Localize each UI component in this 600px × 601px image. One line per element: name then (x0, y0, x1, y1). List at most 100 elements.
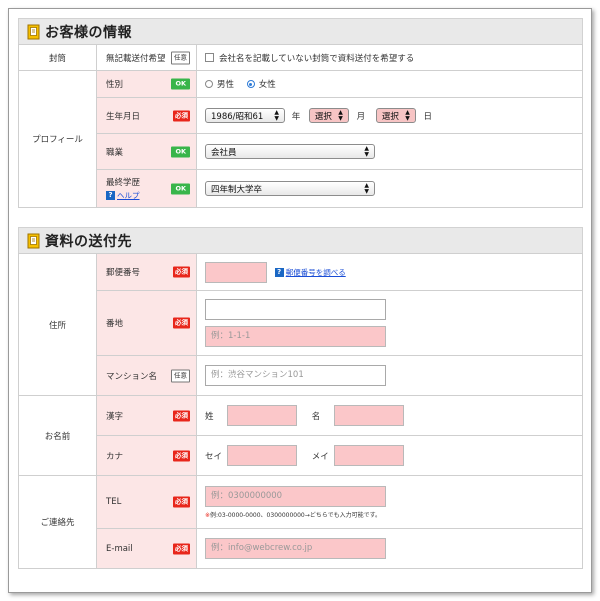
required-badge: 必須 (173, 410, 190, 421)
help-icon[interactable]: ? (274, 267, 284, 277)
customer-info-header: お客様の情報 (18, 18, 583, 44)
street-input-2[interactable]: 例：1-1-1 (205, 326, 386, 347)
envelope-category: 封筒 (18, 44, 97, 71)
birth-month-select[interactable]: 選択 ▲ ▼ (308, 108, 349, 123)
ok-badge: OK (171, 78, 190, 90)
last-name-input[interactable] (227, 405, 297, 426)
birth-day-value: 選択 (381, 111, 399, 122)
education-row: 最終学歴 ? ヘルプ OK 四年制大学卒 ▲ ▼ (19, 169, 583, 208)
postal-lookup-link[interactable]: 郵便番号を調べる (286, 268, 346, 277)
first-name-kana-label: メイ (311, 451, 329, 462)
gender-value-cell: 男性 女性 (196, 70, 583, 98)
occupation-row: 職業 OK 会社員 ▲ ▼ (19, 133, 583, 170)
last-name-kana-label: セイ (205, 451, 223, 462)
mansion-input[interactable]: 例：渋谷マンション101 (205, 365, 386, 386)
tel-value-cell: 例：0300000000 ※例:03-0000-0000、0300000000→… (196, 475, 583, 529)
required-badge: 必須 (173, 543, 190, 554)
birthdate-row: 生年月日 必須 1986/昭和61 ▲ ▼ 年 選択 ▲ ▼ 月 選択 ▲ ▼ 日 (19, 97, 583, 134)
postal-label: 郵便番号 (106, 268, 141, 278)
kanji-value-cell: 姓 名 (196, 395, 583, 436)
birthdate-value-cell: 1986/昭和61 ▲ ▼ 年 選択 ▲ ▼ 月 選択 ▲ ▼ 日 (196, 97, 583, 134)
kanji-label-cell: 漢字 必須 (96, 395, 197, 436)
street-value-cell: 例：1-1-1 (196, 290, 583, 356)
female-radio-label[interactable]: 女性 (259, 80, 276, 90)
envelope-value-cell: 会社名を記載していない封筒で資料送付を希望する (196, 44, 583, 71)
envelope-label-cell: 無記載送付希望 任意 (96, 44, 197, 71)
tel-note-text: 例:03-0000-0000、0300000000→どちらでも入力可能です。 (210, 511, 381, 519)
first-name-kana-input[interactable] (333, 445, 404, 466)
kana-label-cell: カナ 必須 (96, 435, 197, 476)
envelope-row: 封筒 無記載送付希望 任意 会社名を記載していない封筒で資料送付を希望する (18, 44, 583, 71)
help-icon[interactable]: ? (106, 191, 115, 200)
gender-label-cell: 性別 OK (96, 70, 197, 98)
education-value: 四年制大学卒 (211, 184, 263, 195)
occupation-select[interactable]: 会社員 ▲ ▼ (205, 144, 375, 159)
required-badge: 必須 (173, 496, 190, 508)
street-row: 番地 必須 例：1-1-1 (19, 290, 583, 356)
birth-year-select[interactable]: 1986/昭和61 ▲ ▼ (205, 108, 285, 123)
customer-info-table: 封筒 無記載送付希望 任意 会社名を記載していない封筒で資料送付を希望する プロ… (18, 44, 583, 208)
help-link[interactable]: ヘルプ (117, 191, 140, 200)
occupation-label-cell: 職業 OK (96, 133, 197, 170)
education-select[interactable]: 四年制大学卒 ▲ ▼ (205, 181, 375, 196)
select-arrow-icon: ▲ ▼ (364, 181, 369, 195)
kana-label: カナ (106, 451, 124, 462)
optional-badge: 任意 (171, 51, 190, 64)
street-input-1[interactable] (205, 299, 386, 320)
month-unit: 月 (356, 112, 366, 122)
kanji-row: お名前 漢字 必須 姓 名 (18, 395, 583, 476)
name-category: お名前 (18, 395, 97, 476)
street-label: 番地 (106, 319, 124, 329)
required-badge: 必須 (173, 450, 190, 461)
email-label-cell: E-mail 必須 (96, 528, 197, 569)
email-label: E-mail (106, 543, 133, 554)
birth-year-value: 1986/昭和61 (211, 111, 264, 122)
occupation-value-cell: 会社員 ▲ ▼ (196, 133, 583, 170)
birth-day-select[interactable]: 選択 ▲ ▼ (375, 108, 416, 123)
occupation-value: 会社員 (211, 147, 237, 158)
email-input[interactable]: 例：info@webcrew.co.jp (205, 538, 386, 559)
first-name-label: 名 (311, 411, 321, 422)
day-unit: 日 (423, 112, 433, 122)
street-label-cell: 番地 必須 (96, 290, 197, 356)
gender-row: プロフィール 性別 OK 男性 女性 (18, 70, 583, 208)
document-icon (27, 24, 40, 39)
required-badge: 必須 (173, 110, 190, 121)
ok-badge: OK (171, 183, 190, 194)
tel-note: ※例:03-0000-0000、0300000000→どちらでも入力可能です。 (205, 510, 582, 519)
occupation-label: 職業 (106, 147, 124, 158)
postal-value-cell: ? 郵便番号を調べる (196, 253, 583, 291)
destination-table: 住所 郵便番号 必須 ? 郵便番号を調べる 番地 必須 例：1-1-1 マンショ… (18, 253, 583, 569)
contact-category: ご連絡先 (18, 475, 97, 569)
optional-badge: 任意 (171, 369, 190, 382)
kana-value-cell: セイ メイ (196, 435, 583, 476)
ok-badge: OK (171, 146, 190, 157)
section-title: お客様の情報 (45, 24, 132, 41)
tel-row: ご連絡先 TEL 必須 例：0300000000 ※例:03-0000-0000… (18, 475, 583, 569)
customer-info-section: お客様の情報 封筒 無記載送付希望 任意 会社名を記載していない封筒で資料送付を… (18, 18, 583, 208)
education-value-cell: 四年制大学卒 ▲ ▼ (196, 169, 583, 208)
first-name-input[interactable] (333, 405, 404, 426)
birth-month-value: 選択 (314, 111, 332, 122)
select-arrow-icon: ▲ ▼ (338, 108, 343, 122)
email-value-cell: 例：info@webcrew.co.jp (196, 528, 583, 569)
male-radio[interactable] (205, 80, 213, 88)
year-unit: 年 (291, 112, 301, 122)
female-radio[interactable] (246, 80, 255, 88)
select-arrow-icon: ▲ ▼ (274, 108, 279, 122)
mansion-label-cell: マンション名 任意 (96, 355, 197, 396)
mansion-value-cell: 例：渋谷マンション101 (196, 355, 583, 396)
profile-category: プロフィール (18, 70, 97, 208)
plain-envelope-checkbox[interactable] (205, 53, 214, 62)
last-name-kana-input[interactable] (227, 445, 297, 466)
postal-row: 住所 郵便番号 必須 ? 郵便番号を調べる (18, 253, 583, 396)
required-badge: 必須 (173, 317, 190, 329)
plain-envelope-checkbox-label[interactable]: 会社名を記載していない封筒で資料送付を希望する (219, 54, 414, 64)
section-title: 資料の送付先 (45, 233, 132, 250)
document-icon (27, 233, 40, 248)
male-radio-label[interactable]: 男性 (217, 80, 234, 90)
tel-input[interactable]: 例：0300000000 (205, 485, 386, 507)
postal-code-input[interactable] (205, 261, 267, 283)
education-label-cell: 最終学歴 ? ヘルプ OK (96, 169, 197, 208)
mansion-row: マンション名 任意 例：渋谷マンション101 (19, 355, 583, 396)
